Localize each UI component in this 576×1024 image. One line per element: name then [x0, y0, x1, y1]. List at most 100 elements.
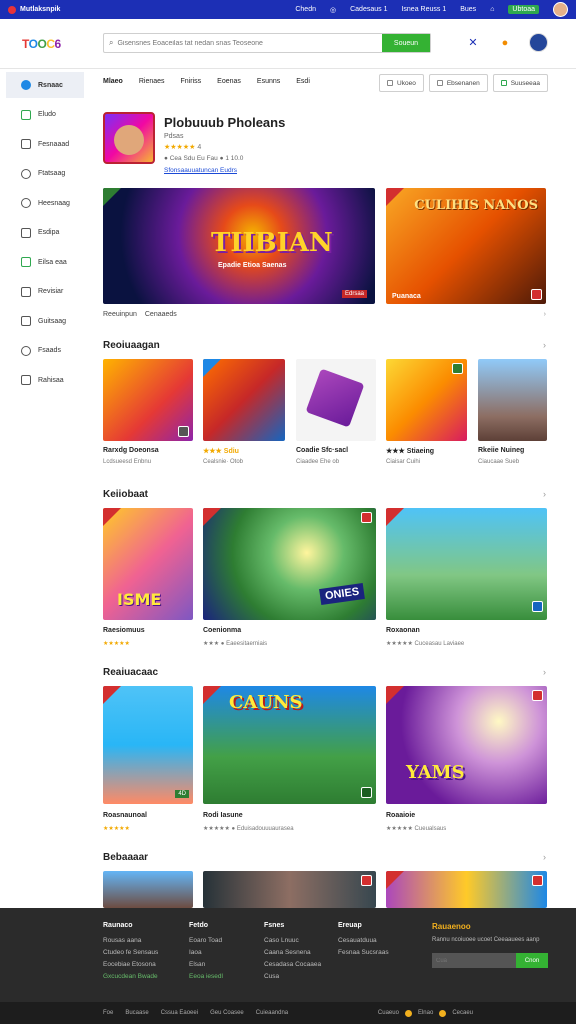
game-tile-large[interactable]	[203, 871, 376, 908]
footer-link[interactable]: Gxcucdean Bwade	[103, 973, 158, 980]
game-tile[interactable]	[386, 359, 467, 441]
footer-link[interactable]: Ctudeo fe Sensaus	[103, 949, 158, 956]
bookmark-icon[interactable]	[452, 363, 463, 374]
chevron-right-icon[interactable]: ›	[544, 311, 546, 318]
game-tile[interactable]	[296, 359, 376, 441]
sidebar-item-1[interactable]: Rsnaac	[6, 72, 84, 98]
profile-link[interactable]: Sfonsaauuatuncan Eudrs	[164, 167, 285, 174]
chevron-right-icon[interactable]: ›	[543, 489, 546, 500]
game-tile-large[interactable]	[386, 508, 547, 620]
sidebar-item-5[interactable]: Heesnaag	[6, 190, 84, 216]
newsletter-email-input[interactable]	[432, 953, 516, 968]
tab-3[interactable]: Fniriss	[181, 78, 202, 85]
tile-title[interactable]: Rodi Iasune	[203, 812, 243, 819]
bottom-link[interactable]: Geu Coasee	[210, 1010, 244, 1016]
sidebar-item-3[interactable]: Fesnaaad	[6, 131, 84, 157]
sidebar-item-10[interactable]: Fsaads	[6, 338, 84, 364]
nav-button-3[interactable]: Suuseeaa	[492, 74, 548, 92]
cart-icon[interactable]: ⌂	[490, 6, 494, 13]
tab-5[interactable]: Esunns	[257, 78, 280, 85]
bookmark-icon[interactable]	[178, 426, 189, 437]
tile-title[interactable]: Rarxdg Doeonsa	[103, 447, 159, 454]
bottom-link[interactable]: Cuieaandna	[256, 1010, 288, 1016]
sidebar-item-4[interactable]: Ftatsaag	[6, 161, 84, 187]
footer-link[interactable]: Elsan	[189, 961, 223, 968]
footer-link[interactable]: Eeoa iesedl	[189, 973, 223, 980]
profile-avatar[interactable]	[529, 33, 548, 52]
sidebar-item-9[interactable]: Guitsaag	[6, 308, 84, 334]
top-link-1[interactable]: Chedn	[295, 6, 316, 13]
sidebar-item-8[interactable]: Revisiar	[6, 279, 84, 305]
bottom-right-link[interactable]: Cecaeu	[452, 1010, 473, 1016]
bottom-right-link[interactable]: Cuaeuo	[378, 1010, 399, 1016]
game-tile-large[interactable]	[103, 871, 193, 908]
footer-link[interactable]: Eoaro Toad	[189, 937, 223, 944]
tile-title[interactable]: Roaaioie	[386, 812, 415, 819]
top-link-2[interactable]: Cadesaus 1	[350, 6, 387, 13]
game-tile[interactable]	[103, 359, 193, 441]
sidebar-item-2[interactable]: Eludo	[6, 102, 84, 128]
bottom-link[interactable]: Foe	[103, 1010, 113, 1016]
tile-title[interactable]: Coenionma	[203, 627, 241, 634]
chevron-right-icon[interactable]: ›	[543, 852, 546, 863]
footer-link[interactable]: Caso Lnuuc	[264, 937, 321, 944]
tile-title[interactable]: ★★★ Sdiu	[203, 447, 239, 455]
featured-banner-main[interactable]: TIIBIAN Epadie Etioa Saenas Edrsaa	[103, 188, 375, 304]
bookmark-icon[interactable]	[531, 289, 542, 300]
game-tile-large[interactable]: YAMS	[386, 686, 547, 804]
newsletter-submit-button[interactable]: Cnon	[516, 953, 548, 968]
tab-6[interactable]: Esdi	[296, 78, 310, 85]
tile-title[interactable]: ★★★ Stiaeing	[386, 447, 434, 455]
expand-icon[interactable]: ✕	[465, 35, 481, 51]
game-tile-large[interactable]	[386, 871, 547, 908]
tab-1[interactable]: Mlaeo	[103, 78, 123, 85]
bottom-link[interactable]: Cssua Eaoeei	[161, 1010, 198, 1016]
footer-link[interactable]: Iaoa	[189, 949, 223, 956]
bottom-link[interactable]: Bucaase	[125, 1010, 148, 1016]
sidebar-item-11[interactable]: Rahisaa	[6, 367, 84, 393]
gamepad-icon[interactable]: ◎	[330, 6, 336, 14]
tile-title[interactable]: Roasnaunoal	[103, 812, 147, 819]
chevron-right-icon[interactable]: ›	[543, 667, 546, 678]
search-button[interactable]: Soueun	[382, 34, 430, 52]
bookmark-icon[interactable]	[361, 875, 372, 886]
game-tile-large[interactable]: ISME	[103, 508, 193, 620]
brand[interactable]: Mutlaksnpik	[8, 5, 60, 14]
tab-4[interactable]: Eoenas	[217, 78, 241, 85]
featured-banner-side[interactable]: CULIHIS NANOS Puanaca	[386, 188, 546, 304]
tile-title[interactable]: Raesiomuus	[103, 627, 145, 634]
bookmark-icon[interactable]	[532, 690, 543, 701]
search-input[interactable]	[113, 39, 382, 47]
top-green-link[interactable]: Ubtoaa	[508, 5, 539, 14]
footer-link[interactable]: Caana Sesnena	[264, 949, 321, 956]
footer-link[interactable]: Cusa	[264, 973, 321, 980]
footer-link[interactable]: Rousas aana	[103, 937, 158, 944]
trophy-icon[interactable]: ●	[497, 35, 513, 51]
tile-title[interactable]: Roxaonan	[386, 627, 420, 634]
game-tile-large[interactable]: 4D	[103, 686, 193, 804]
game-tile[interactable]	[203, 359, 285, 441]
tile-title[interactable]: Rkeiie Nuineg	[478, 447, 524, 454]
site-logo[interactable]: TOOC6	[22, 37, 61, 51]
chevron-right-icon[interactable]: ›	[543, 340, 546, 351]
top-link-4[interactable]: Bues	[460, 6, 476, 13]
bookmark-icon[interactable]	[361, 787, 372, 798]
bottom-right-link[interactable]: Elnao	[418, 1010, 433, 1016]
top-link-3[interactable]: Isnea Reuss 1	[401, 6, 446, 13]
tile-title[interactable]: Coadie Sfc·sacl	[296, 447, 348, 454]
bookmark-icon[interactable]	[532, 601, 543, 612]
nav-button-2[interactable]: Ebsenanen	[428, 74, 488, 92]
footer-link[interactable]: Eocebiae Etosona	[103, 961, 158, 968]
nav-button-1[interactable]: Ukoeo	[379, 74, 424, 92]
user-avatar[interactable]	[553, 2, 568, 17]
game-tile[interactable]	[478, 359, 547, 441]
footer-link[interactable]: Cesadasa Cocaaea	[264, 961, 321, 968]
bookmark-icon[interactable]	[532, 875, 543, 886]
sidebar-item-6[interactable]: Esdipa	[6, 220, 84, 246]
game-tile-large[interactable]: ONIES	[203, 508, 376, 620]
footer-link[interactable]: Fesnaa Sucsraas	[338, 949, 389, 956]
bookmark-icon[interactable]	[361, 512, 372, 523]
tab-2[interactable]: Rienaes	[139, 78, 165, 85]
sidebar-item-7[interactable]: Eilsa eaa	[6, 249, 84, 275]
game-tile-large[interactable]: CAUNS	[203, 686, 376, 804]
